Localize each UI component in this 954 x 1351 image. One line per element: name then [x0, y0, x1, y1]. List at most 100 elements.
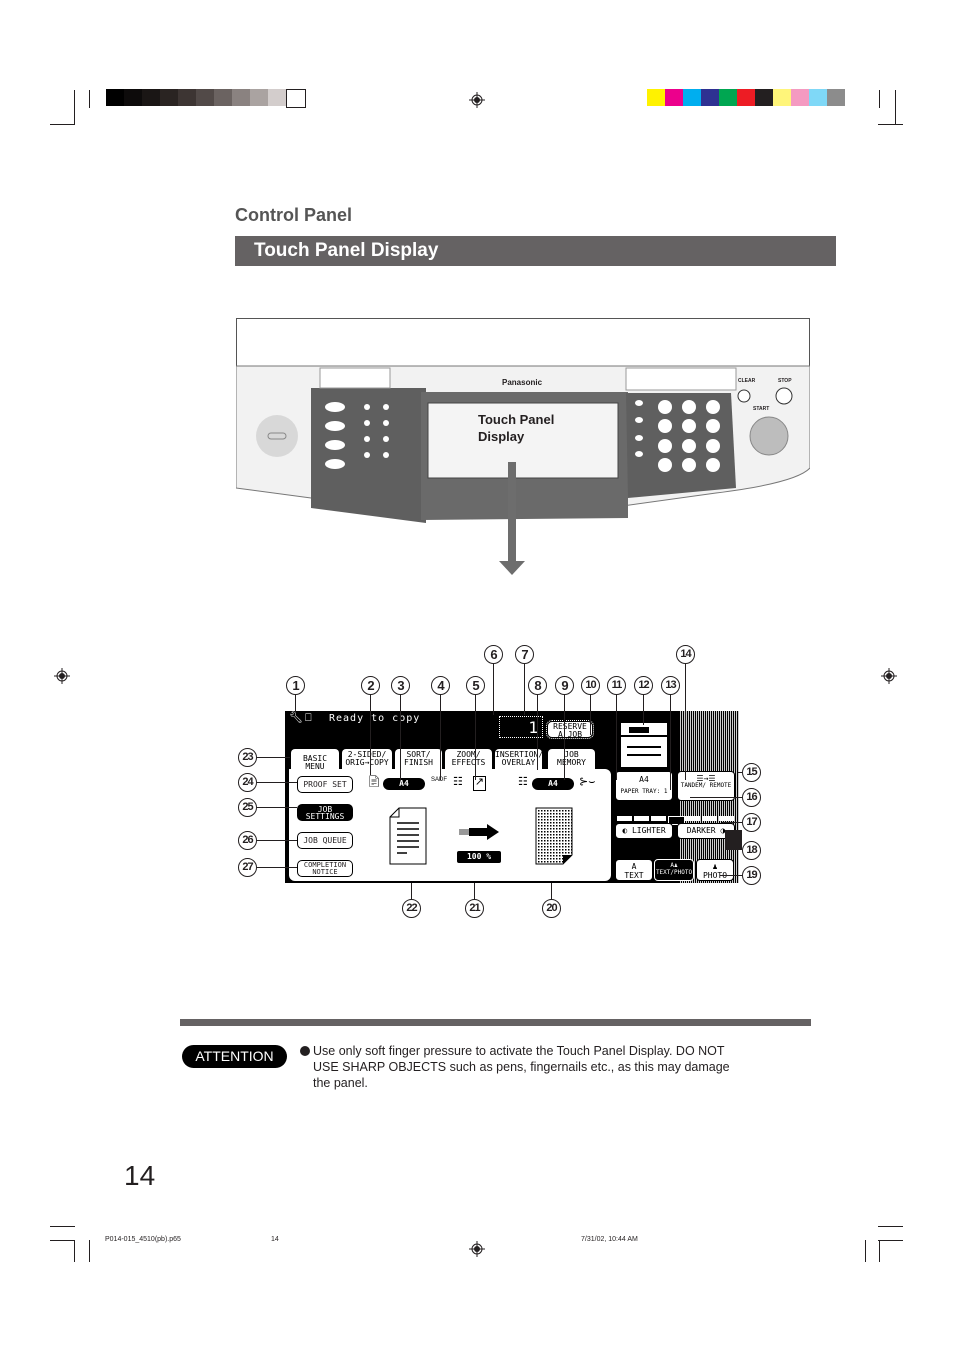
- callout-leader-line: [257, 867, 297, 868]
- label-line: Display: [478, 429, 525, 444]
- registration-mark-icon: [469, 1241, 485, 1257]
- copy-size[interactable]: A4: [532, 778, 574, 790]
- callout-27: 27: [238, 858, 257, 877]
- copy-page-icon: [535, 807, 573, 865]
- proof-set-button[interactable]: PROOF SET: [297, 776, 353, 793]
- registration-mark-icon: [469, 92, 485, 108]
- gray-swatch: [106, 89, 124, 106]
- color-swatch: [719, 89, 737, 106]
- svg-text:START: START: [753, 406, 769, 412]
- text-photo-mode-icon: A♟: [670, 862, 678, 869]
- tab-2-sided[interactable]: 2-SIDED/ ORIG→COPY: [342, 749, 392, 769]
- lighter-button[interactable]: ◐ LIGHTER: [615, 823, 673, 839]
- output-tray-icon: ⊱⌣: [579, 776, 596, 788]
- tab-zoom-effects[interactable]: ZOOM/ EFFECTS: [445, 749, 492, 769]
- copier-icon: [621, 723, 667, 767]
- footer-page: 14: [271, 1236, 279, 1243]
- callout-leader-line: [537, 695, 538, 770]
- job-queue-button[interactable]: JOB QUEUE: [297, 832, 353, 849]
- gray-swatch: [232, 89, 250, 106]
- paper-tray-button[interactable]: PAPER TRAY: 1: [616, 788, 672, 795]
- mode-label: TEXT: [624, 871, 644, 880]
- original-size[interactable]: A4: [383, 778, 425, 790]
- density-step: [617, 816, 632, 821]
- registration-mark-icon: [881, 668, 897, 684]
- callout-19: 19: [742, 866, 761, 885]
- divider-rule: [180, 1019, 811, 1026]
- callout-20: 20: [542, 899, 561, 918]
- page-title: Touch Panel Display: [235, 236, 836, 266]
- callout-leader-line: [524, 664, 525, 715]
- footer-filename: P014-015_4510(pb).p65: [105, 1236, 181, 1243]
- pointer-arrow: [508, 462, 516, 565]
- callout-18: 18: [742, 841, 761, 860]
- density-step: [651, 816, 666, 821]
- paper-tray-panel[interactable]: A4 PAPER TRAY: 1: [615, 771, 673, 801]
- mode-text-button[interactable]: A TEXT: [615, 859, 653, 881]
- density-step: [685, 816, 700, 821]
- color-swatch: [665, 89, 683, 106]
- crop-mark: [878, 124, 903, 125]
- callout-2: 2: [361, 676, 380, 695]
- callout-leader-line: [475, 695, 476, 780]
- footer-timestamp: 7/31/02, 10:44 AM: [581, 1236, 638, 1243]
- callout-leader-line: [725, 830, 742, 850]
- callout-25: 25: [238, 798, 257, 817]
- callout-24: 24: [238, 773, 257, 792]
- sadf-icon: SADF: [431, 777, 448, 783]
- copy-document-icon: ☷: [518, 776, 528, 788]
- mode-text-photo-button[interactable]: A♟ TEXT/PHOTO: [654, 859, 694, 881]
- crop-mark: [865, 1240, 866, 1262]
- gray-swatch: [268, 89, 286, 106]
- density-step: [719, 816, 734, 821]
- svg-text:Panasonic: Panasonic: [502, 378, 543, 387]
- text-mode-icon: A: [631, 862, 637, 871]
- crop-mark: [50, 1226, 75, 1227]
- completion-notice-button[interactable]: COMPLETION NOTICE: [297, 860, 353, 877]
- callout-leader-line: [720, 875, 742, 876]
- callout-leader-line: [670, 695, 671, 790]
- tab-insertion-overlay[interactable]: INSERTION/ OVERLAY: [495, 749, 543, 769]
- tab-sort-finish[interactable]: SORT/ FINISH: [395, 749, 442, 769]
- callout-22: 22: [402, 899, 421, 918]
- callout-14: 14: [676, 645, 695, 664]
- label-line: Touch Panel: [478, 412, 555, 427]
- crop-mark: [50, 1240, 75, 1241]
- zoom-ratio[interactable]: 100 %: [457, 851, 501, 863]
- tab-job-memory[interactable]: JOB MEMORY: [548, 749, 595, 769]
- callout-leader-line: [616, 695, 617, 780]
- callout-leader-line: [493, 664, 494, 715]
- callout-leader-line: [400, 695, 401, 780]
- crop-mark: [74, 90, 75, 124]
- gray-swatch: [178, 89, 196, 106]
- callout-16: 16: [742, 788, 761, 807]
- callout-26: 26: [238, 831, 257, 850]
- reserve-job-button[interactable]: RESERVE A JOB: [546, 720, 594, 739]
- callout-leader-line: [564, 695, 565, 780]
- callout-leader-line: [643, 695, 644, 725]
- callout-10: 10: [581, 676, 600, 695]
- color-swatch: [737, 89, 755, 106]
- gray-swatch: [124, 89, 142, 106]
- svg-text:CLEAR: CLEAR: [738, 378, 756, 384]
- crop-mark: [89, 1240, 90, 1262]
- callout-leader-line: [474, 883, 475, 899]
- callout-leader-line: [685, 664, 686, 780]
- callout-21: 21: [465, 899, 484, 918]
- crop-mark: [879, 1240, 880, 1262]
- page-number: 14: [124, 1160, 156, 1191]
- wrench-icon: 🔧︎: [289, 712, 303, 724]
- callout-leader-line: [257, 840, 297, 841]
- job-settings-button[interactable]: JOB SETTINGS: [297, 804, 353, 821]
- svg-text:STOP: STOP: [778, 378, 792, 384]
- attention-line: the panel.: [313, 1076, 368, 1090]
- tray-size: A4: [639, 775, 649, 784]
- photo-mode-icon: ♟: [712, 862, 718, 871]
- callout-1: 1: [286, 676, 305, 695]
- basic-menu-panel: PROOF SET JOB SETTINGS JOB QUEUE COMPLET…: [289, 769, 611, 881]
- original-orientation-icon: ☷: [453, 776, 463, 788]
- attention-line: USE SHARP OBJECTS such as pens, fingerna…: [313, 1060, 730, 1074]
- mode-photo-button[interactable]: ♟ PHOTO: [696, 859, 734, 881]
- density-step: [634, 816, 649, 821]
- callout-9: 9: [555, 676, 574, 695]
